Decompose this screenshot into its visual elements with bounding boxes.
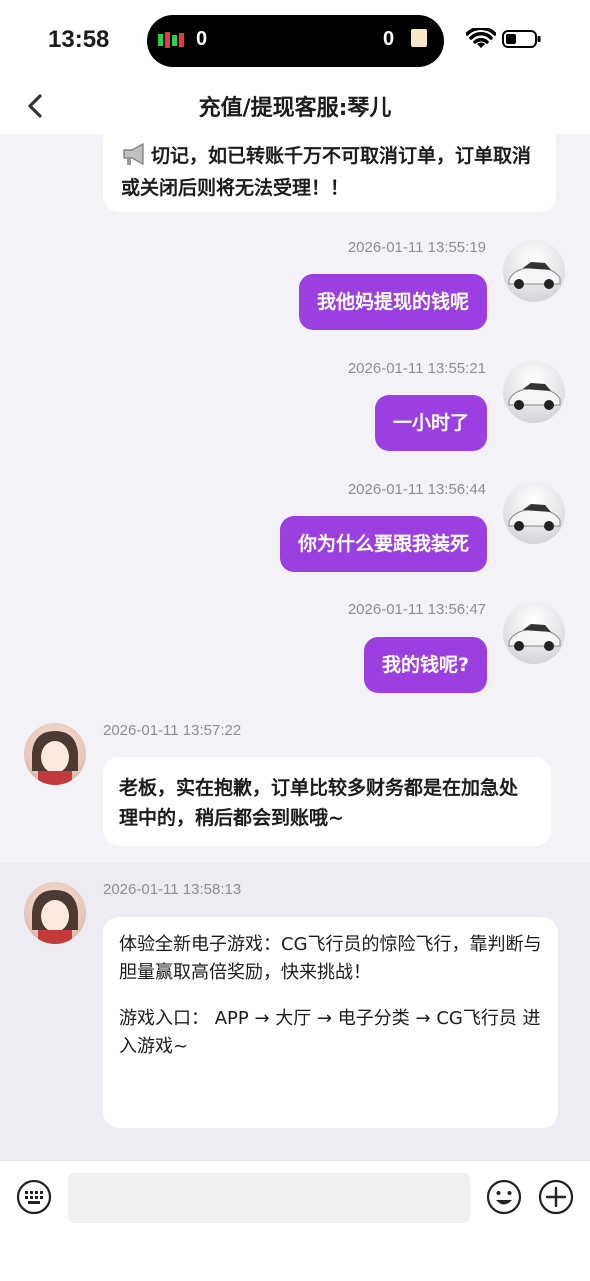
plus-icon[interactable] — [538, 1179, 574, 1215]
user-avatar[interactable] — [503, 240, 565, 302]
chat-area[interactable]: 切记，如已转账千万不可取消订单，订单取消或关闭后则将无法受理！！ 2026-01… — [0, 134, 590, 1160]
emoji-icon[interactable] — [486, 1179, 522, 1215]
message-timestamp: 2026-01-11 13:56:47 — [347, 601, 486, 618]
page-title: 充值/提现客服:琴儿 — [198, 96, 392, 121]
agent-avatar[interactable] — [24, 723, 86, 785]
message-timestamp: 2026-01-11 13:55:19 — [347, 239, 486, 256]
message-input[interactable] — [68, 1173, 470, 1223]
message-bubble-outgoing: 一小时了 — [374, 395, 487, 451]
score-icon — [158, 32, 184, 48]
message-text: 老板，实在抱歉，订单比较多财务都是在加急处理中的，稍后都会到账哦~ — [119, 777, 519, 829]
car-avatar-icon — [508, 504, 561, 531]
user-avatar[interactable] — [503, 361, 565, 423]
message-bubble-outgoing: 我他妈提现的钱呢 — [298, 274, 487, 330]
dynamic-island: 0 0 — [147, 15, 444, 67]
megaphone-icon — [123, 142, 144, 166]
island-left-count: 0 — [196, 28, 208, 50]
message-text: 游戏入口： APP → 大厅 → 电子分类 → CG飞行员 进入游戏~ — [119, 1008, 541, 1057]
island-right-count: 0 — [383, 28, 395, 50]
message-timestamp: 2026-01-11 13:56:44 — [347, 481, 486, 498]
message-text: 切记，如已转账千万不可取消订单，订单取消或关闭后则将无法受理！！ — [121, 145, 532, 199]
wifi-icon — [466, 28, 496, 48]
user-avatar[interactable] — [503, 482, 565, 544]
agent-avatar[interactable] — [24, 882, 86, 944]
message-bubble-outgoing: 你为什么要跟我装死 — [279, 516, 487, 572]
keyboard-icon[interactable] — [16, 1179, 52, 1215]
message-text: 体验全新电子游戏：CG飞行员的惊险飞行，靠判断与胆量赢取高倍奖励，快来挑战！ — [119, 934, 542, 983]
message-timestamp: 2026-01-11 13:55:21 — [347, 360, 486, 377]
car-avatar-icon — [508, 262, 561, 289]
agent-avatar-icon — [32, 890, 78, 944]
status-time: 13:58 — [48, 26, 110, 53]
user-avatar[interactable] — [503, 602, 565, 664]
battery-icon — [502, 30, 541, 48]
message-bubble-incoming: 老板，实在抱歉，订单比较多财务都是在加急处理中的，稍后都会到账哦~ — [103, 757, 551, 846]
agent-avatar-icon — [32, 731, 78, 785]
message-timestamp: 2026-01-11 13:57:22 — [103, 722, 242, 739]
message-bubble-outgoing: 我的钱呢? — [363, 637, 487, 693]
message-bubble-incoming: 体验全新电子游戏：CG飞行员的惊险飞行，靠判断与胆量赢取高倍奖励，快来挑战！ 游… — [103, 917, 558, 1128]
input-bar — [0, 1160, 590, 1281]
status-bar: 13:58 0 0 — [0, 0, 590, 80]
message-timestamp: 2026-01-11 13:58:13 — [103, 881, 242, 898]
car-avatar-icon — [508, 624, 561, 651]
app-thumbnail-icon — [411, 29, 427, 47]
message-bubble-incoming: 切记，如已转账千万不可取消订单，订单取消或关闭后则将无法受理！！ — [103, 134, 556, 212]
car-avatar-icon — [508, 383, 561, 410]
nav-bar: 充值/提现客服:琴儿 — [0, 80, 590, 134]
